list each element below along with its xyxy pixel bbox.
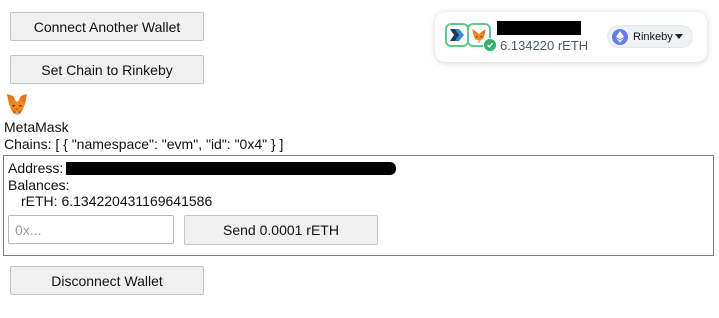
wallet-name: MetaMask bbox=[4, 119, 69, 135]
address-label: Address: bbox=[8, 160, 64, 176]
send-button[interactable]: Send 0.0001 rETH bbox=[184, 215, 378, 245]
disconnect-wallet-button[interactable]: Disconnect Wallet bbox=[10, 266, 204, 295]
ethereum-icon bbox=[612, 28, 628, 45]
account-center-widget[interactable]: 6.134220 rETH Rinkeby bbox=[435, 12, 707, 62]
chevron-down-icon bbox=[675, 34, 683, 39]
account-balance: 6.134220 rETH bbox=[500, 38, 589, 53]
balance-value: rETH: 6.134220431169641586 bbox=[21, 193, 213, 209]
check-icon bbox=[483, 38, 497, 52]
wallet-info-panel: Address: Balances: rETH: 6.1342204311696… bbox=[3, 155, 714, 256]
recipient-address-input[interactable] bbox=[8, 215, 174, 244]
onboard-logo-icon bbox=[445, 23, 469, 47]
metamask-fox-icon bbox=[5, 93, 29, 115]
connect-another-wallet-button[interactable]: Connect Another Wallet bbox=[10, 12, 204, 41]
network-label: Rinkeby bbox=[633, 30, 673, 43]
wallet-icons bbox=[445, 23, 497, 52]
balances-label: Balances: bbox=[8, 177, 70, 193]
chains-info: Chains: [ { "namespace": "evm", "id": "0… bbox=[4, 136, 284, 152]
redacted-account-name bbox=[497, 21, 581, 35]
set-chain-button[interactable]: Set Chain to Rinkeby bbox=[10, 55, 204, 84]
redacted-address bbox=[66, 162, 396, 175]
network-selector[interactable]: Rinkeby bbox=[607, 25, 693, 48]
